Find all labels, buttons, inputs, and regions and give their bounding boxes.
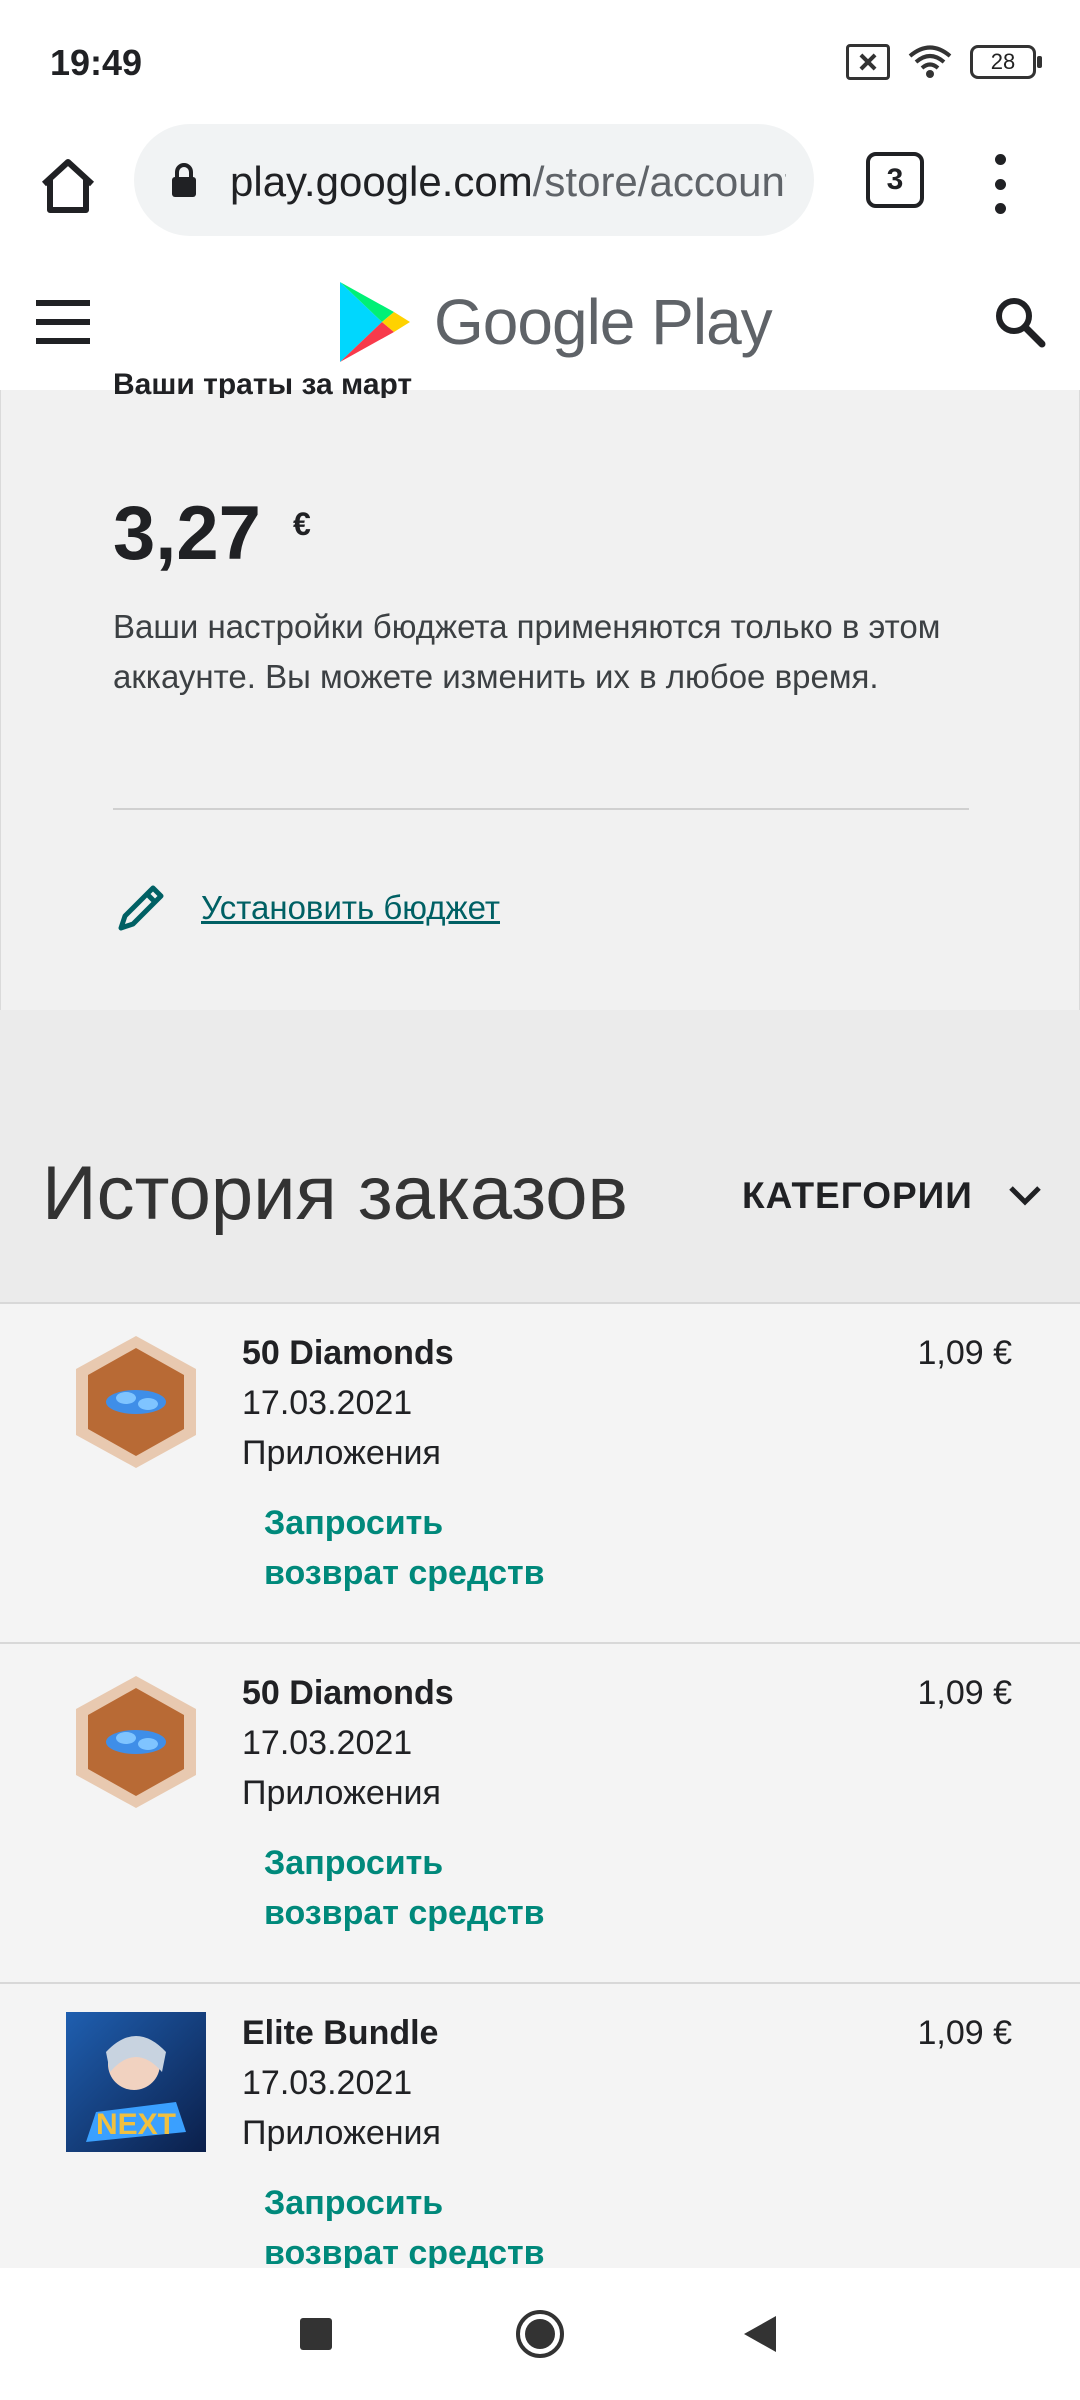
set-budget-link[interactable]: Установить бюджет [201, 889, 500, 927]
diamond-app-icon [76, 1676, 196, 1808]
status-icons: 28 [846, 44, 1042, 80]
status-bar: 19:49 28 [0, 0, 1080, 120]
budget-amount: 3,27 [113, 491, 261, 576]
order-name: 50 Diamonds [242, 1334, 454, 1372]
order-price: 1,09 € [917, 1674, 1012, 1712]
search-icon[interactable] [992, 294, 1048, 350]
budget-description: Ваши настройки бюджета применяются тольк… [113, 608, 941, 695]
order-category: Приложения [242, 1774, 441, 1812]
sim-off-icon [846, 44, 890, 80]
url-path: /store/account [532, 158, 786, 205]
url-text: play.google.com/store/account [230, 158, 786, 206]
refund-link[interactable]: Запросить возврат средств [264, 1838, 584, 1938]
google-play-logo[interactable]: Google Play [336, 280, 773, 364]
history-title: История заказов [42, 1151, 628, 1236]
categories-label: КАТЕГОРИИ [742, 1175, 973, 1216]
lock-icon [172, 163, 196, 197]
order-category: Приложения [242, 2114, 441, 2152]
order-date: 17.03.2021 [242, 1724, 413, 1762]
wifi-icon [908, 45, 952, 78]
order-row: 50 Diamonds 17.03.2021 Приложения 1,09 €… [0, 1642, 1080, 1982]
url-host: play.google.com [230, 158, 533, 205]
home-icon[interactable] [36, 154, 100, 218]
orders-list: 50 Diamonds 17.03.2021 Приложения 1,09 €… [0, 1302, 1080, 2272]
home-button-icon[interactable] [514, 2308, 566, 2360]
divider [113, 808, 969, 810]
pencil-icon [118, 885, 164, 931]
order-row: NEXT Elite Bundle 17.03.2021 Приложения … [0, 1982, 1080, 2272]
back-icon[interactable] [740, 2312, 780, 2356]
refund-link[interactable]: Запросить возврат средств [264, 1498, 584, 1598]
order-date: 17.03.2021 [242, 2064, 413, 2102]
budget-currency: € [293, 506, 311, 542]
battery-icon: 28 [970, 45, 1042, 79]
diamond-app-icon [76, 1336, 196, 1468]
browser-toolbar: play.google.com/store/account 3 [0, 120, 1080, 257]
hamburger-menu-icon[interactable] [36, 300, 90, 344]
order-price: 1,09 € [917, 2014, 1012, 2052]
budget-title: Ваши траты за март [113, 368, 413, 398]
order-name: 50 Diamonds [242, 1674, 454, 1712]
set-budget-row[interactable]: Установить бюджет [113, 880, 500, 936]
game-app-icon: NEXT [66, 2012, 206, 2152]
recent-apps-icon[interactable] [300, 2318, 332, 2350]
order-name: Elite Bundle [242, 2014, 439, 2052]
system-navigation-bar [0, 2268, 1080, 2400]
order-date: 17.03.2021 [242, 1384, 413, 1422]
chevron-down-icon [1009, 1186, 1041, 1206]
tab-switcher-button[interactable]: 3 [866, 152, 924, 208]
overflow-menu-icon[interactable] [990, 154, 1010, 214]
logo-text: Google Play [434, 286, 773, 358]
refund-link[interactable]: Запросить возврат средств [264, 2178, 584, 2278]
order-price: 1,09 € [917, 1334, 1012, 1372]
order-row: 50 Diamonds 17.03.2021 Приложения 1,09 €… [0, 1302, 1080, 1642]
categories-dropdown[interactable]: КАТЕГОРИИ [742, 1174, 1047, 1218]
status-time: 19:49 [50, 42, 143, 83]
play-triangle-icon [340, 282, 410, 362]
budget-card: Ваши траты за март 3,27 € Ваши настройки… [0, 368, 1080, 1011]
order-category: Приложения [242, 1434, 441, 1472]
address-bar[interactable]: play.google.com/store/account [134, 124, 814, 236]
svg-text:NEXT: NEXT [96, 2108, 176, 2141]
